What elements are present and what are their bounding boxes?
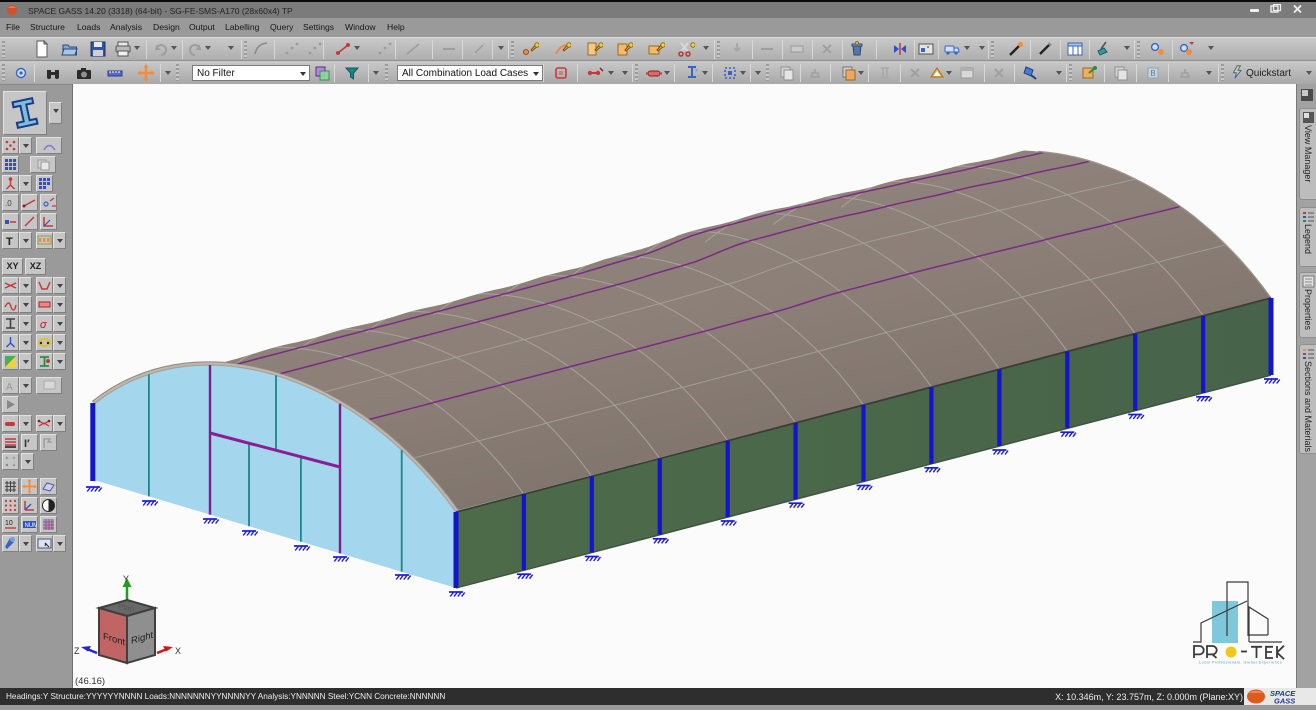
svg-text:A: A bbox=[6, 382, 13, 393]
svg-text:σ: σ bbox=[40, 319, 47, 331]
svg-text:GASS: GASS bbox=[1274, 697, 1295, 706]
svg-text:.0: .0 bbox=[5, 199, 12, 208]
svg-text:Y: Y bbox=[123, 574, 129, 584]
svg-text:10: 10 bbox=[5, 520, 13, 527]
svg-text:T: T bbox=[6, 236, 13, 248]
svg-text:B: B bbox=[1150, 69, 1155, 78]
svg-text:Z: Z bbox=[74, 646, 80, 656]
svg-text:NUM: NUM bbox=[25, 523, 38, 529]
svg-text:I′: I′ bbox=[24, 438, 30, 450]
svg-text:X: X bbox=[175, 646, 181, 656]
svg-text:Local Professionals. Global: Local Professionals. Global Experience bbox=[1199, 661, 1282, 665]
